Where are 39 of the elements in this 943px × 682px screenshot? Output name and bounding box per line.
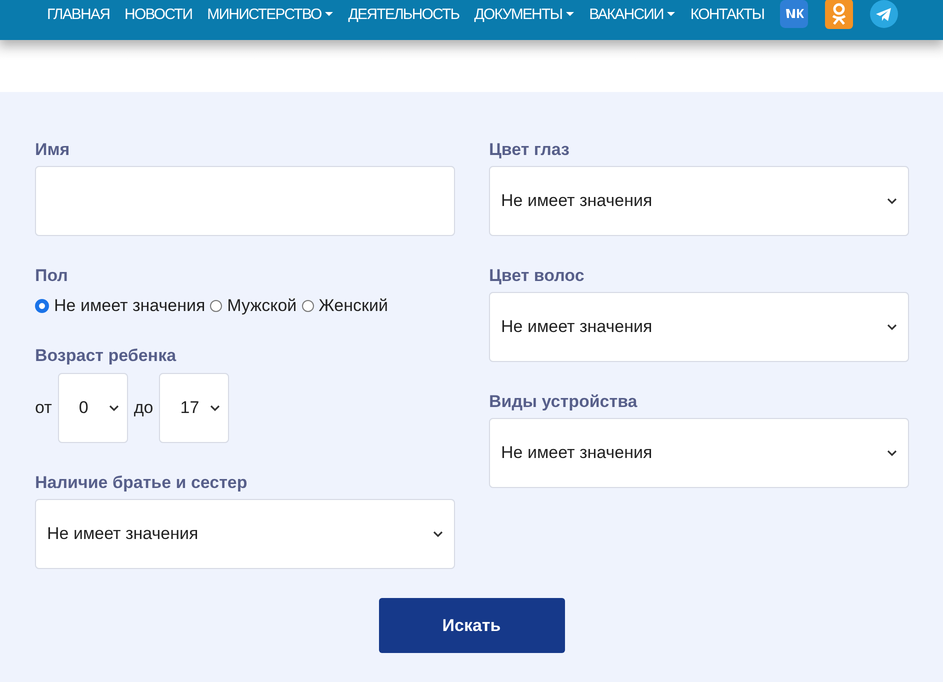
telegram-icon[interactable] bbox=[870, 0, 898, 28]
nav-link[interactable]: КОНТАКТЫ bbox=[690, 6, 764, 22]
chevron-icon bbox=[433, 530, 443, 538]
ok-icon[interactable] bbox=[825, 0, 854, 29]
field-label: Пол bbox=[35, 266, 69, 286]
input-field[interactable] bbox=[35, 166, 455, 236]
chevron-icon bbox=[887, 198, 897, 204]
chevron-icon bbox=[887, 450, 897, 456]
nav-link[interactable]: НОВОСТИ bbox=[124, 6, 192, 22]
dropdown-field[interactable]: 0 bbox=[58, 373, 128, 443]
radio-label: Не имеет значения bbox=[54, 296, 206, 316]
field-label: Цвет глаз bbox=[489, 140, 570, 160]
range-label: до bbox=[134, 398, 154, 418]
radio-button[interactable] bbox=[210, 300, 222, 312]
vk-icon[interactable] bbox=[780, 0, 808, 28]
chevron-icon bbox=[887, 324, 897, 330]
range-label: от bbox=[35, 398, 52, 418]
nav-link[interactable]: ВАКАНСИИ bbox=[589, 6, 676, 22]
chevron-icon bbox=[108, 404, 119, 412]
nav-link[interactable]: ДЕЯТЕЛЬНОСТЬ bbox=[348, 6, 460, 22]
field-label: Имя bbox=[35, 140, 71, 160]
nav-link[interactable]: МИНИСТЕРСТВО bbox=[207, 6, 334, 22]
nav-link[interactable]: ДОКУМЕНТЫ bbox=[474, 6, 574, 22]
search-button[interactable]: Искать bbox=[378, 598, 564, 653]
chevron-icon bbox=[210, 404, 220, 412]
dropdown-field[interactable]: Не имеет значения bbox=[489, 418, 909, 488]
field-label: Возраст ребенка bbox=[35, 346, 178, 366]
field-label: Наличие братье и сестер bbox=[35, 473, 248, 493]
radio-button[interactable] bbox=[35, 299, 49, 313]
radio-button[interactable] bbox=[302, 300, 314, 312]
dropdown-field[interactable]: Не имеет значения bbox=[35, 499, 455, 569]
radio-label: Женский bbox=[318, 296, 388, 316]
radio-label: Мужской bbox=[227, 296, 297, 316]
dropdown-field[interactable]: Не имеет значения bbox=[489, 166, 909, 236]
field-label: Виды устройства bbox=[489, 392, 638, 412]
nav-link[interactable]: ГЛАВНАЯ bbox=[47, 6, 110, 22]
dropdown-field[interactable]: Не имеет значения bbox=[489, 292, 909, 362]
field-label: Цвет волос bbox=[489, 266, 586, 286]
dropdown-field[interactable]: 17 bbox=[159, 373, 230, 443]
